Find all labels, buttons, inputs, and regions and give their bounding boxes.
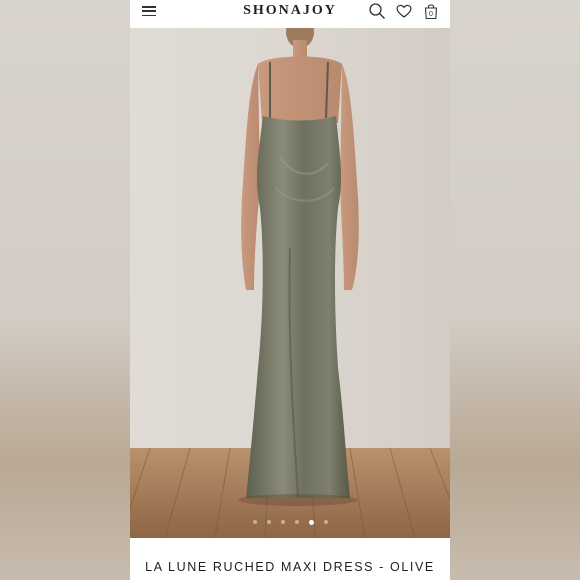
mobile-screen: SHONAJOY 0 LA LUNE RUCHED MAXI DRESS - O…: [130, 0, 450, 580]
product-photo: [130, 28, 450, 538]
heart-icon[interactable]: [395, 2, 413, 20]
carousel-dot[interactable]: [266, 520, 271, 524]
bag-count-badge: 0: [429, 11, 433, 18]
carousel-dot[interactable]: [280, 520, 285, 524]
blurred-backdrop-left: [0, 0, 130, 580]
product-image[interactable]: [130, 28, 450, 538]
carousel-dot-active[interactable]: [308, 519, 314, 525]
product-title: LA LUNE RUCHED MAXI DRESS - OLIVE: [145, 560, 435, 574]
header-actions: 0: [368, 2, 440, 20]
blurred-backdrop-right: [450, 0, 580, 580]
carousel-dot[interactable]: [252, 520, 257, 524]
search-icon[interactable]: [368, 2, 386, 20]
carousel-dot[interactable]: [323, 520, 328, 524]
shopping-bag-icon[interactable]: 0: [422, 2, 440, 20]
carousel-dot[interactable]: [294, 520, 299, 524]
site-header: SHONAJOY 0: [130, 0, 450, 28]
carousel-indicators: [130, 517, 450, 527]
